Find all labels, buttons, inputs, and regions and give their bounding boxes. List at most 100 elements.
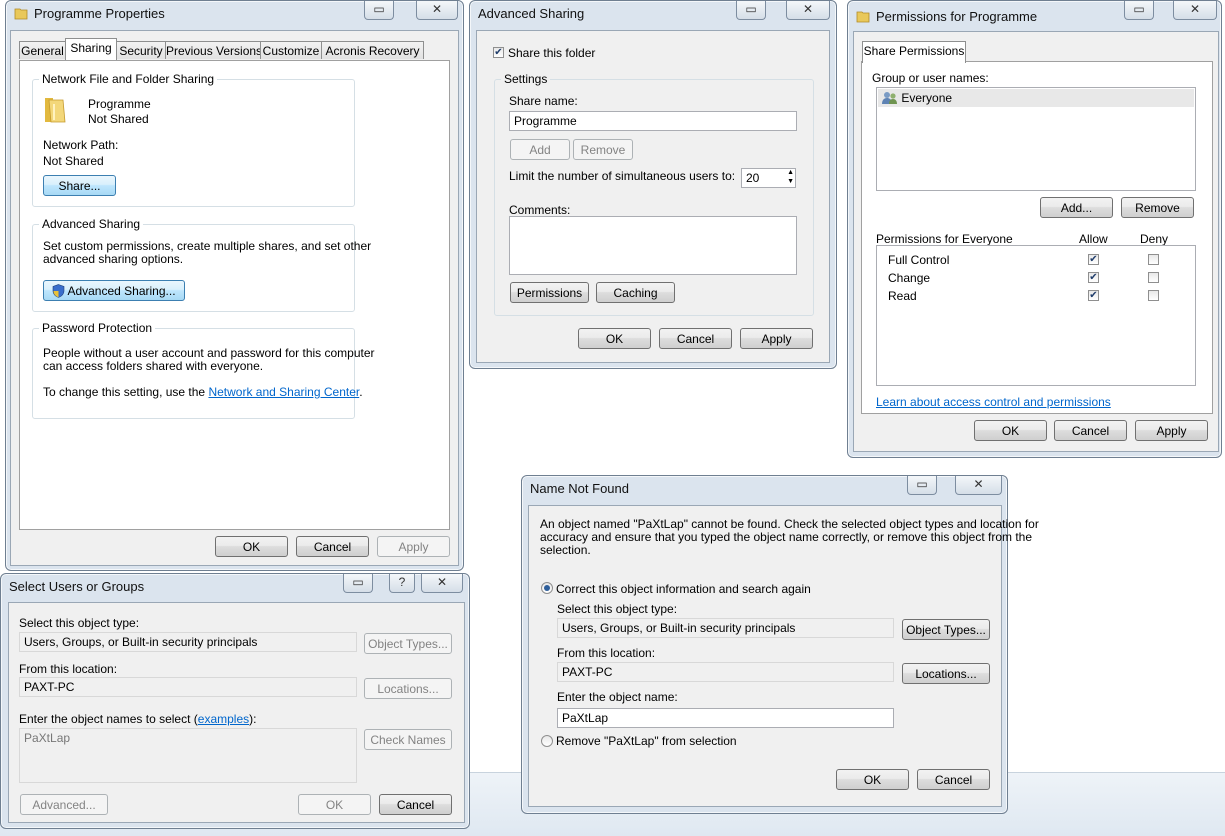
close-button[interactable]: ✕ — [786, 1, 830, 20]
object-type-label: Select this object type: — [557, 602, 678, 616]
error-message-line-3: selection. — [540, 543, 591, 557]
network-sharing-center-link[interactable]: Network and Sharing Center — [208, 385, 359, 399]
dialog-body: Share Permissions Group or user names: E… — [853, 31, 1219, 452]
share-name-label: Share name: — [509, 94, 578, 108]
window-title: Advanced Sharing — [478, 6, 585, 21]
close-button[interactable]: ✕ — [955, 476, 1002, 495]
dialog-body: General Sharing Security Previous Versio… — [10, 30, 459, 566]
spin-up-icon[interactable]: ▲ — [787, 169, 794, 177]
permissions-button[interactable]: Permissions — [510, 282, 589, 303]
location-label: From this location: — [557, 646, 656, 660]
location-field: PAXT-PC — [557, 662, 894, 682]
object-type-label: Select this object type: — [19, 616, 140, 630]
tab-customize[interactable]: Customize — [260, 41, 322, 59]
window-title: Programme Properties — [14, 6, 165, 21]
folder-name: Programme — [88, 97, 151, 111]
apply-button[interactable]: Apply — [377, 536, 450, 557]
close-button[interactable]: ✕ — [416, 1, 458, 20]
add-button[interactable]: Add — [510, 139, 570, 160]
cancel-button[interactable]: Cancel — [296, 536, 369, 557]
tab-previous-versions[interactable]: Previous Versions — [165, 41, 262, 59]
advanced-sharing-group: Advanced Sharing Set custom permissions,… — [32, 217, 371, 312]
share-button[interactable]: Share... — [43, 175, 116, 196]
restore-button[interactable]: ▭ — [1124, 1, 1154, 20]
password-change-text: To change this setting, use the Network … — [43, 385, 363, 399]
permissions-listbox: Full Control ✔ Change ✔ Read ✔ — [876, 245, 1196, 386]
folder-status: Not Shared — [88, 112, 149, 126]
programme-properties-window: Programme Properties ▭ ✕ General Sharing… — [5, 0, 464, 571]
restore-button[interactable]: ▭ — [907, 476, 937, 495]
select-users-window: Select Users or Groups ▭ ? ✕ Select this… — [0, 573, 470, 829]
learn-access-control-link[interactable]: Learn about access control and permissio… — [876, 395, 1111, 409]
help-button[interactable]: ? — [389, 574, 415, 593]
folder-icon — [856, 11, 870, 23]
tab-sharing[interactable]: Sharing — [65, 38, 117, 60]
change-allow-checkbox[interactable]: ✔ — [1088, 272, 1099, 283]
remove-button[interactable]: Remove — [1121, 197, 1194, 218]
locations-button[interactable]: Locations... — [902, 663, 990, 684]
cancel-button[interactable]: Cancel — [1054, 420, 1127, 441]
change-deny-checkbox[interactable] — [1148, 272, 1159, 283]
window-title: Permissions for Programme — [856, 9, 1037, 24]
sharing-tab-panel: Network File and Folder Sharing Programm… — [19, 60, 450, 530]
advanced-button[interactable]: Advanced... — [20, 794, 108, 815]
share-permissions-panel: Group or user names: Everyone Add... Rem… — [861, 61, 1213, 414]
full-control-deny-checkbox[interactable] — [1148, 254, 1159, 265]
share-name-input[interactable]: Programme — [509, 111, 797, 131]
users-listbox[interactable]: Everyone — [876, 87, 1196, 191]
read-allow-checkbox[interactable]: ✔ — [1088, 290, 1099, 301]
ok-button[interactable]: OK — [578, 328, 651, 349]
object-types-button[interactable]: Object Types... — [902, 619, 990, 640]
object-names-textarea[interactable]: PaXtLap — [19, 728, 357, 783]
limit-users-label: Limit the number of simultaneous users t… — [509, 169, 736, 183]
share-folder-checkbox[interactable]: ✔ — [493, 47, 504, 58]
cancel-button[interactable]: Cancel — [917, 769, 990, 790]
name-not-found-window: Name Not Found ▭ ✕ An object named "PaXt… — [521, 475, 1039, 814]
restore-button[interactable]: ▭ — [343, 574, 373, 593]
correct-info-label: Correct this object information and sear… — [556, 582, 811, 596]
deny-header: Deny — [1140, 232, 1169, 246]
ok-button[interactable]: OK — [215, 536, 288, 557]
ok-button[interactable]: OK — [298, 794, 371, 815]
check-names-button[interactable]: Check Names — [364, 729, 452, 750]
locations-button[interactable]: Locations... — [364, 678, 452, 699]
apply-button[interactable]: Apply — [740, 328, 813, 349]
add-button[interactable]: Add... — [1040, 197, 1113, 218]
spin-down-icon[interactable]: ▼ — [787, 178, 794, 186]
advanced-sharing-button[interactable]: Advanced Sharing... — [43, 280, 185, 301]
comments-label: Comments: — [509, 203, 571, 217]
settings-group: Settings Share name: Programme Add Remov… — [494, 72, 814, 316]
cancel-button[interactable]: Cancel — [379, 794, 452, 815]
remove-object-radio[interactable] — [541, 735, 553, 747]
ok-button[interactable]: OK — [974, 420, 1047, 441]
close-button[interactable]: ✕ — [421, 574, 463, 593]
tab-security[interactable]: Security — [116, 41, 166, 59]
apply-button[interactable]: Apply — [1135, 420, 1208, 441]
comments-textarea[interactable] — [509, 216, 797, 275]
group-label: Settings — [501, 72, 551, 86]
tab-general[interactable]: General — [19, 41, 66, 59]
group-label: Advanced Sharing — [39, 217, 144, 231]
remove-button[interactable]: Remove — [573, 139, 633, 160]
object-name-label: Enter the object name: — [557, 690, 678, 704]
window-title: Select Users or Groups — [9, 579, 145, 594]
limit-users-spinner[interactable]: 20 ▲ ▼ — [741, 168, 796, 188]
tab-acronis-recovery[interactable]: Acronis Recovery — [321, 41, 424, 59]
examples-link[interactable]: examples — [198, 712, 249, 726]
password-description-2: can access folders shared with everyone. — [43, 359, 264, 373]
read-deny-checkbox[interactable] — [1148, 290, 1159, 301]
full-control-allow-checkbox[interactable]: ✔ — [1088, 254, 1099, 265]
close-button[interactable]: ✕ — [1173, 1, 1217, 20]
ok-button[interactable]: OK — [836, 769, 909, 790]
allow-header: Allow — [1079, 232, 1108, 246]
restore-button[interactable]: ▭ — [736, 1, 766, 20]
cancel-button[interactable]: Cancel — [659, 328, 732, 349]
restore-button[interactable]: ▭ — [364, 1, 394, 20]
object-types-button[interactable]: Object Types... — [364, 633, 452, 654]
object-type-field: Users, Groups, or Built-in security prin… — [19, 632, 357, 652]
list-item[interactable]: Everyone — [878, 89, 1194, 107]
caching-button[interactable]: Caching — [596, 282, 675, 303]
tab-share-permissions[interactable]: Share Permissions — [862, 41, 966, 63]
correct-info-radio[interactable] — [541, 582, 553, 594]
object-name-input[interactable]: PaXtLap — [557, 708, 894, 728]
